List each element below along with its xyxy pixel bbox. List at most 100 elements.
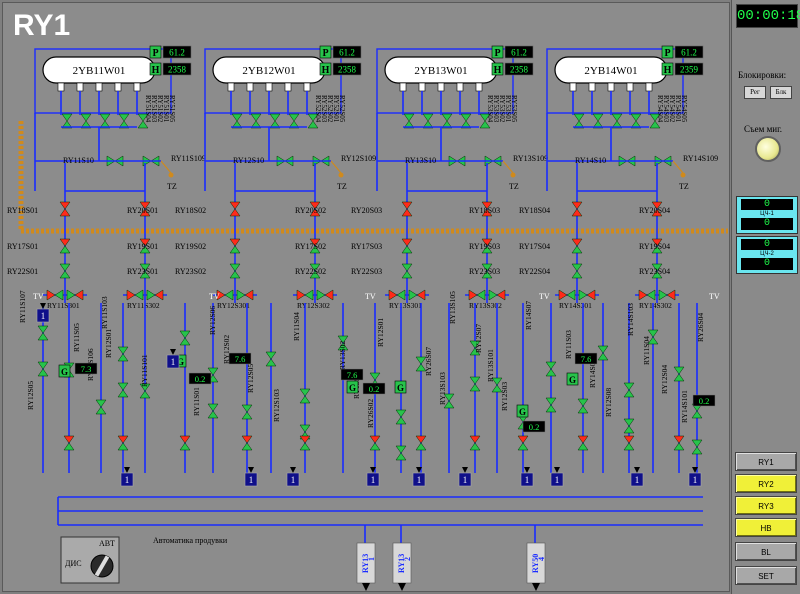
drain-valve-low-upper[interactable]	[179, 435, 191, 444]
drain-valve-lower[interactable]	[673, 373, 685, 382]
vent-valve-upper[interactable]	[441, 113, 453, 122]
tv-valve-a-left[interactable]	[638, 289, 648, 301]
tv-valve-a-right[interactable]	[304, 289, 314, 301]
drain-valve-2-upper[interactable]	[207, 403, 219, 412]
drain-valve-lower[interactable]	[691, 410, 703, 419]
isolation-valve-c-lower[interactable]	[401, 270, 413, 279]
isolation-valve-c-upper[interactable]	[59, 263, 71, 272]
drain-valve-2-lower[interactable]	[395, 452, 407, 461]
isolation-valve-a-upper[interactable]	[59, 201, 71, 210]
drain-valve-2-upper[interactable]	[37, 361, 49, 370]
tv-valve-b-left[interactable]	[488, 289, 498, 301]
drain-valve-low-upper[interactable]	[469, 435, 481, 444]
isolation-valve-b-lower[interactable]	[59, 245, 71, 254]
isolation-valve-a-lower[interactable]	[229, 208, 241, 217]
nav-set-button[interactable]: SET	[735, 566, 797, 585]
drain-valve-lower[interactable]	[623, 389, 635, 398]
drain-valve-low-upper[interactable]	[117, 435, 129, 444]
isolation-valve-b-lower[interactable]	[401, 245, 413, 254]
tv-valve-a-left[interactable]	[388, 289, 398, 301]
isolation-valve-b-lower[interactable]	[571, 245, 583, 254]
vent-valve-upper[interactable]	[250, 113, 262, 122]
drain-valve-2-lower[interactable]	[623, 425, 635, 434]
tv-valve-a-right[interactable]	[566, 289, 576, 301]
tv-valve-a-right[interactable]	[646, 289, 656, 301]
drain-valve-low-lower[interactable]	[469, 442, 481, 451]
isolation-valve-b-upper[interactable]	[571, 238, 583, 247]
drain-valve-lower[interactable]	[299, 395, 311, 404]
isolation-valve-b-lower[interactable]	[229, 245, 241, 254]
drain-valve-low-lower[interactable]	[673, 442, 685, 451]
drain-valve-upper[interactable]	[179, 330, 191, 339]
drain-valve-upper[interactable]	[647, 329, 659, 338]
nav-hb-button[interactable]: HB	[735, 518, 797, 537]
tv-valve-a-right[interactable]	[224, 289, 234, 301]
drain-valve-low-lower[interactable]	[117, 442, 129, 451]
drain-valve-2-upper[interactable]	[545, 397, 557, 406]
tv-valve-a-right[interactable]	[134, 289, 144, 301]
drain-valve-upper[interactable]	[299, 388, 311, 397]
drain-valve-lower[interactable]	[117, 353, 129, 362]
tv-valve-b-left[interactable]	[408, 289, 418, 301]
tv-valve-a-left[interactable]	[296, 289, 306, 301]
tv-valve-a-left[interactable]	[468, 289, 478, 301]
drain-valve-low-upper[interactable]	[241, 435, 253, 444]
tv-valve-b-right[interactable]	[244, 289, 254, 301]
drain-valve-low-upper[interactable]	[577, 435, 589, 444]
drain-valve-2-upper[interactable]	[117, 382, 129, 391]
ack-button[interactable]	[755, 136, 781, 162]
vent-valve-upper[interactable]	[80, 113, 92, 122]
vent-valve-upper[interactable]	[573, 113, 585, 122]
tv-valve-b-left[interactable]	[316, 289, 326, 301]
drain-valve-upper[interactable]	[673, 366, 685, 375]
isolation-valve-a-lower[interactable]	[59, 208, 71, 217]
isolation-valve-a-lower[interactable]	[571, 208, 583, 217]
drain-valve-lower[interactable]	[545, 368, 557, 377]
drain-valve-low-upper[interactable]	[415, 435, 427, 444]
block-blk-button[interactable]: Блк	[770, 86, 792, 99]
isolation-valve-b-upper[interactable]	[401, 238, 413, 247]
drain-valve-lower[interactable]	[139, 390, 151, 399]
isolation-valve-c-upper[interactable]	[401, 263, 413, 272]
drain-valve-low-upper[interactable]	[673, 435, 685, 444]
block-reg-button[interactable]: Рег	[744, 86, 766, 99]
vent-valve-upper[interactable]	[118, 113, 130, 122]
tv-valve-b-left[interactable]	[146, 289, 156, 301]
drain-valve-low-upper[interactable]	[517, 435, 529, 444]
drain-valve-lower[interactable]	[577, 405, 589, 414]
drain-valve-2-lower[interactable]	[207, 410, 219, 419]
tv-valve-b-left[interactable]	[236, 289, 246, 301]
drain-valve-low-lower[interactable]	[179, 442, 191, 451]
isolation-valve-a-upper[interactable]	[229, 201, 241, 210]
drain-valve-lower[interactable]	[95, 406, 107, 415]
drain-valve-2-upper[interactable]	[469, 376, 481, 385]
drain-valve-upper[interactable]	[117, 346, 129, 355]
tv-valve-b-right[interactable]	[74, 289, 84, 301]
drain-valve-lower[interactable]	[265, 358, 277, 367]
drain-valve-upper[interactable]	[265, 351, 277, 360]
drain-valve-upper[interactable]	[597, 345, 609, 354]
isolation-valve-c-lower[interactable]	[571, 270, 583, 279]
drain-valve-lower[interactable]	[37, 332, 49, 341]
nav-ry2-button[interactable]: RY2	[735, 474, 797, 493]
isolation-valve-b-upper[interactable]	[229, 238, 241, 247]
drain-valve-low-lower[interactable]	[415, 442, 427, 451]
drain-valve-2-lower[interactable]	[469, 383, 481, 392]
tv-valve-b-right[interactable]	[416, 289, 426, 301]
drain-valve-low-lower[interactable]	[623, 442, 635, 451]
vent-valve-upper[interactable]	[630, 113, 642, 122]
tv-valve-a-left[interactable]	[558, 289, 568, 301]
drain-valve-low-upper[interactable]	[299, 435, 311, 444]
vent-valve-upper[interactable]	[288, 113, 300, 122]
isolation-valve-a-lower[interactable]	[401, 208, 413, 217]
drain-valve-low-upper[interactable]	[369, 435, 381, 444]
isolation-valve-c-lower[interactable]	[59, 270, 71, 279]
drain-valve-2-lower[interactable]	[691, 446, 703, 455]
drain-valve-low-lower[interactable]	[63, 442, 75, 451]
drain-valve-upper[interactable]	[95, 399, 107, 408]
tv-valve-a-right[interactable]	[476, 289, 486, 301]
drain-valve-low-upper[interactable]	[63, 435, 75, 444]
drain-valve-lower[interactable]	[395, 416, 407, 425]
drain-valve-low-lower[interactable]	[369, 442, 381, 451]
isolation-valve-c-upper[interactable]	[571, 263, 583, 272]
